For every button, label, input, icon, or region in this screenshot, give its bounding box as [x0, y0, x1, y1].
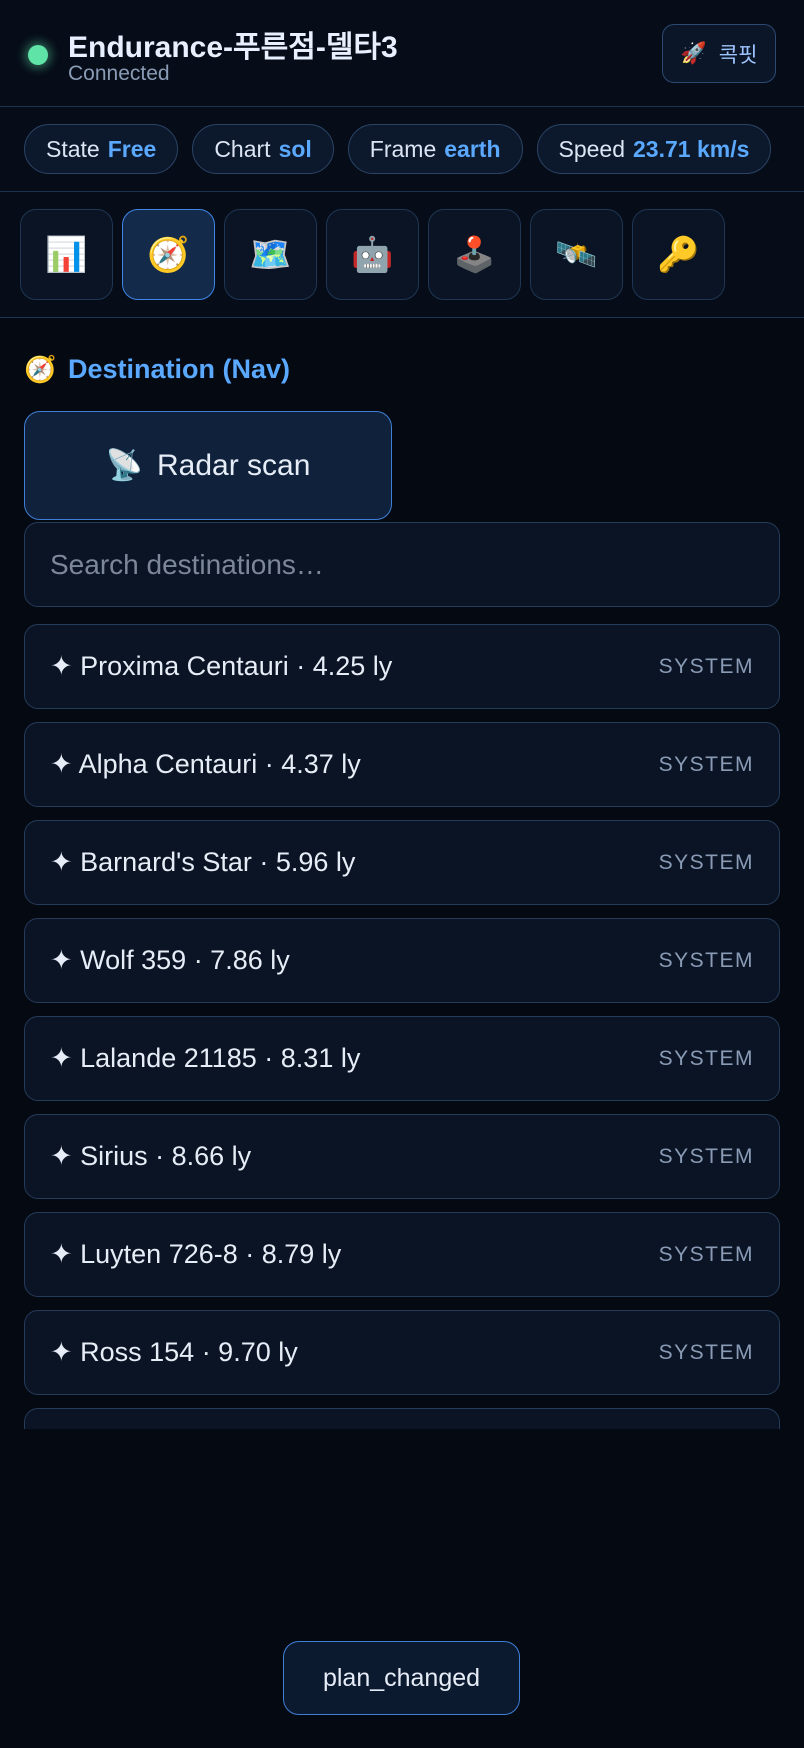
search-input[interactable] [50, 548, 754, 581]
rocket-icon: 🚀 [680, 41, 707, 65]
chip-label: State [46, 135, 100, 162]
chip-value: sol [278, 135, 312, 162]
radar-scan-label: Radar scan [156, 448, 311, 482]
destination-item[interactable]: ✦ Proxima Centauri · 4.25 ly SYSTEM [24, 624, 780, 709]
destination-item[interactable]: ✦ Lalande 21185 · 8.31 ly SYSTEM [24, 1016, 780, 1101]
search-box [24, 522, 780, 607]
destination-name: ✦ Alpha Centauri · 4.37 ly [50, 749, 361, 779]
satellite-dish-icon: 📡 [105, 449, 143, 482]
tab-bar: 📊 🧭 🗺️ 🤖 🕹️ 🛰️ 🔑 [0, 192, 804, 318]
destination-item[interactable]: ✦ Ross 154 · 9.70 ly SYSTEM [24, 1310, 780, 1395]
destination-kind: SYSTEM [658, 1046, 754, 1070]
destination-name: ✦ Ross 154 · 9.70 ly [50, 1337, 298, 1367]
section-title: Destination (Nav) [68, 353, 291, 384]
destination-kind: SYSTEM [658, 1144, 754, 1168]
section-heading: 🧭 Destination (Nav) [24, 354, 780, 384]
joystick-icon: 🕹️ [453, 235, 496, 274]
tab-map[interactable]: 🗺️ [224, 209, 317, 300]
destination-item[interactable]: ✦ Barnard's Star · 5.96 ly SYSTEM [24, 820, 780, 905]
destination-item-partial[interactable] [24, 1408, 780, 1429]
chip-value: Free [107, 135, 157, 162]
cockpit-button[interactable]: 🚀 콕핏 [662, 24, 776, 83]
header: Endurance-푸른점-델타3 Connected 🚀 콕핏 [0, 0, 804, 107]
key-icon: 🔑 [657, 235, 700, 274]
tab-keys[interactable]: 🔑 [632, 209, 725, 300]
tab-navigation[interactable]: 🧭 [122, 209, 215, 300]
chip-chart[interactable]: Chart sol [192, 124, 334, 174]
tab-autopilot[interactable]: 🤖 [326, 209, 419, 300]
event-toast: plan_changed [283, 1641, 520, 1715]
destination-list: ✦ Proxima Centauri · 4.25 ly SYSTEM ✦ Al… [24, 624, 780, 1429]
destination-kind: SYSTEM [658, 654, 754, 678]
destination-name: ✦ Wolf 359 · 7.86 ly [50, 945, 290, 975]
destination-kind: SYSTEM [658, 850, 754, 874]
satellite-icon: 🛰️ [555, 235, 598, 274]
destination-name: ✦ Sirius · 8.66 ly [50, 1141, 252, 1171]
destination-item[interactable]: ✦ Sirius · 8.66 ly SYSTEM [24, 1114, 780, 1199]
destination-kind: SYSTEM [658, 752, 754, 776]
tab-satellite[interactable]: 🛰️ [530, 209, 623, 300]
chip-label: Chart [214, 135, 271, 162]
chart-icon: 📊 [45, 235, 88, 274]
chip-value: earth [444, 135, 501, 162]
destination-name: ✦ Barnard's Star · 5.96 ly [50, 847, 356, 877]
destination-name: ✦ Luyten 726-8 · 8.79 ly [50, 1239, 342, 1269]
tab-controls[interactable]: 🕹️ [428, 209, 521, 300]
tab-stats[interactable]: 📊 [20, 209, 113, 300]
main-panel: 🧭 Destination (Nav) 📡 Radar scan ✦ Proxi… [0, 354, 804, 1429]
destination-kind: SYSTEM [658, 1340, 754, 1364]
destination-item[interactable]: ✦ Alpha Centauri · 4.37 ly SYSTEM [24, 722, 780, 807]
robot-icon: 🤖 [351, 235, 394, 274]
cockpit-label: 콕핏 [718, 43, 758, 67]
chip-frame[interactable]: Frame earth [347, 124, 523, 174]
connection-status-text: Connected [68, 62, 170, 85]
destination-kind: SYSTEM [658, 948, 754, 972]
chip-speed[interactable]: Speed 23.71 km/s [536, 124, 772, 174]
destination-item[interactable]: ✦ Wolf 359 · 7.86 ly SYSTEM [24, 918, 780, 1003]
connection-status-dot [28, 45, 48, 65]
radar-scan-button[interactable]: 📡 Radar scan [24, 411, 392, 520]
compass-icon: 🧭 [24, 353, 57, 384]
destination-kind: SYSTEM [658, 1242, 754, 1266]
destination-name: ✦ Proxima Centauri · 4.25 ly [50, 651, 393, 681]
ship-title: Endurance-푸른점-델타3 [68, 31, 398, 64]
compass-icon: 🧭 [147, 235, 190, 274]
map-icon: 🗺️ [249, 235, 292, 274]
chip-label: Speed [558, 135, 626, 162]
app-root: Endurance-푸른점-델타3 Connected 🚀 콕핏 State F… [0, 0, 804, 1748]
status-chips: State Free Chart sol Frame earth Speed 2… [0, 107, 804, 192]
chip-label: Frame [369, 135, 437, 162]
chip-state[interactable]: State Free [24, 124, 179, 174]
destination-item[interactable]: ✦ Luyten 726-8 · 8.79 ly SYSTEM [24, 1212, 780, 1297]
chip-value: 23.71 km/s [633, 135, 750, 162]
destination-name: ✦ Lalande 21185 · 8.31 ly [50, 1043, 361, 1073]
